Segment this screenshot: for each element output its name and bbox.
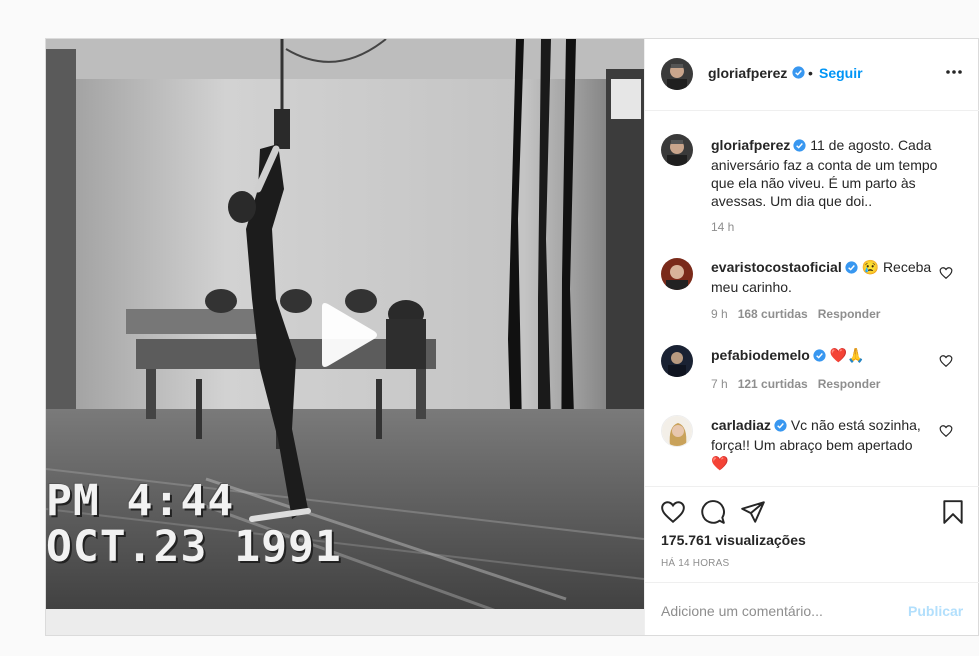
comment-icon[interactable] bbox=[700, 499, 726, 525]
add-comment-bar: Adicione um comentário... Publicar bbox=[645, 582, 979, 638]
comment-avatar[interactable] bbox=[661, 258, 693, 290]
verified-icon bbox=[845, 260, 858, 278]
post-sidebar: gloriafperez • Seguir gloriafperez 11 de… bbox=[644, 39, 979, 635]
comment-likes[interactable]: 168 curtidas bbox=[738, 307, 808, 321]
comment-time[interactable]: 7 h bbox=[711, 377, 728, 391]
header-separator: • bbox=[808, 65, 813, 81]
add-comment-input[interactable]: Adicione um comentário... bbox=[661, 603, 823, 619]
play-icon[interactable] bbox=[316, 301, 380, 369]
comment-username[interactable]: carladiaz bbox=[711, 417, 771, 433]
reply-button[interactable]: Responder bbox=[818, 377, 881, 391]
post-caption: gloriafperez 11 de agosto. Cada aniversá… bbox=[711, 136, 961, 210]
posted-ago[interactable]: HÁ 14 HORAS bbox=[661, 558, 729, 569]
post-actions: 175.761 visualizações HÁ 14 HORAS Adicio… bbox=[645, 486, 979, 637]
comment-time[interactable]: 9 h bbox=[711, 307, 728, 321]
video-timestamp-time: PM 4:44 bbox=[46, 476, 235, 526]
comment-avatar[interactable] bbox=[661, 345, 693, 377]
caption-time[interactable]: 14 h bbox=[711, 220, 734, 234]
like-icon[interactable] bbox=[660, 499, 686, 525]
comment-like-icon[interactable] bbox=[939, 354, 953, 368]
verified-icon bbox=[813, 348, 826, 366]
share-icon[interactable] bbox=[740, 499, 766, 525]
comment-like-icon[interactable] bbox=[939, 424, 953, 438]
caption-username[interactable]: gloriafperez bbox=[711, 137, 790, 153]
more-options-icon[interactable] bbox=[945, 69, 963, 75]
caption-author-avatar[interactable] bbox=[661, 134, 693, 166]
comment-meta: 7 h 121 curtidas Responder bbox=[711, 377, 880, 391]
comment-meta: 9 h 168 curtidas Responder bbox=[711, 307, 880, 321]
comment-text: ❤️🙏 bbox=[829, 347, 865, 363]
comment-item: carladiaz Vc não está sozinha, força!! U… bbox=[711, 416, 931, 472]
follow-button[interactable]: Seguir bbox=[819, 65, 863, 81]
author-avatar[interactable] bbox=[661, 58, 693, 90]
save-icon[interactable] bbox=[940, 499, 966, 525]
comment-username[interactable]: evaristocostaoficial bbox=[711, 259, 842, 275]
views-count[interactable]: 175.761 visualizações bbox=[661, 532, 806, 548]
comment-avatar[interactable] bbox=[661, 415, 693, 447]
instagram-post: PM 4:44 OCT.23 1991 gloriafperez • Segui… bbox=[45, 38, 979, 636]
publish-button[interactable]: Publicar bbox=[908, 603, 963, 619]
comment-like-icon[interactable] bbox=[939, 266, 953, 280]
verified-icon bbox=[774, 418, 787, 436]
video-timestamp-date: OCT.23 1991 bbox=[46, 522, 342, 572]
verified-icon bbox=[792, 66, 805, 84]
post-video[interactable]: PM 4:44 OCT.23 1991 bbox=[46, 39, 644, 635]
reply-button[interactable]: Responder bbox=[818, 307, 881, 321]
post-header: gloriafperez • Seguir bbox=[645, 39, 979, 111]
comment-item: pefabiodemelo ❤️🙏 bbox=[711, 346, 941, 366]
author-username[interactable]: gloriafperez bbox=[708, 65, 787, 81]
comment-likes[interactable]: 121 curtidas bbox=[738, 377, 808, 391]
comment-item: evaristocostaoficial 😢 Receba meu carinh… bbox=[711, 258, 941, 296]
verified-icon bbox=[793, 138, 806, 156]
comment-username[interactable]: pefabiodemelo bbox=[711, 347, 810, 363]
